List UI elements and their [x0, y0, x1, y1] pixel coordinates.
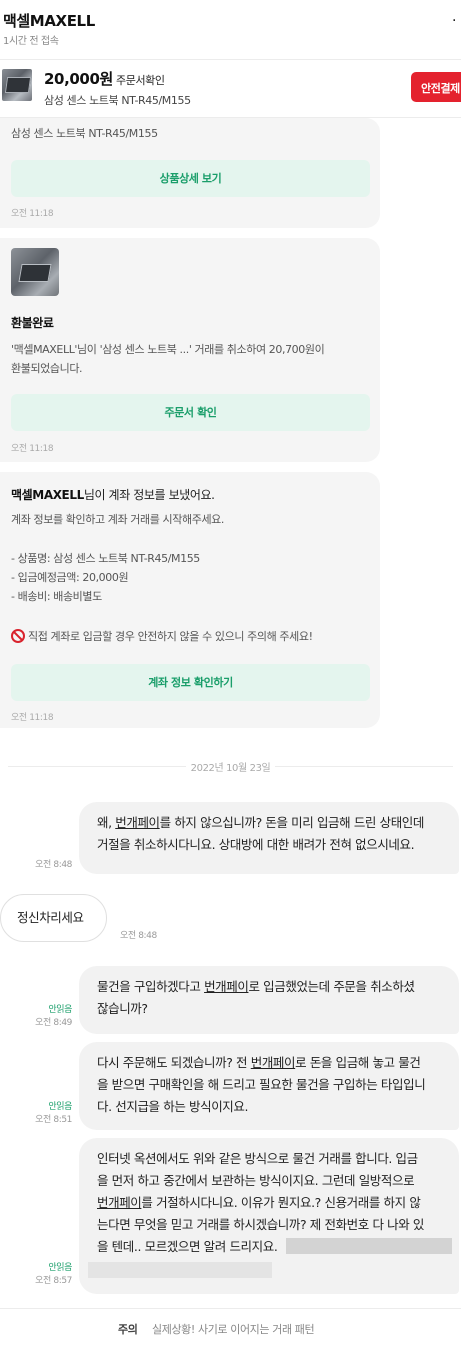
account-info-button[interactable]: 계좌 정보 확인하기	[11, 664, 370, 701]
refund-text-line2: 환불되었습니다.	[11, 362, 83, 375]
message-time: 오전 11:18	[11, 209, 54, 219]
seller-name[interactable]: 맥셀MAXELL	[3, 10, 95, 31]
detail-shipping: - 배송비: 배송비별도	[11, 590, 102, 603]
account-card-details: - 상품명: 삼성 센스 노트북 NT-R45/M155 - 입금예정금액: 2…	[11, 549, 200, 606]
message-time: 오전 8:48	[120, 931, 157, 941]
account-card-title: 맥셀MAXELL님이 계좌 정보를 보냈어요.	[11, 486, 215, 503]
date-separator: 2022년 10월 23일	[0, 759, 461, 774]
message-time: 오전 8:48	[28, 859, 72, 872]
account-warning-text: 직접 계좌로 입금할 경우 안전하지 않을 수 있으니 주의해 주세요!	[28, 630, 313, 643]
bungaepay-link[interactable]: 번개페이	[97, 1195, 142, 1210]
chat-header: 맥셀MAXELL 1시간 전 접속 .	[0, 0, 461, 60]
account-card-text: 계좌 정보를 확인하고 계좌 거래를 시작해주세요.	[11, 513, 224, 526]
product-price: 20,000원	[44, 70, 113, 88]
detail-item: - 상품명: 삼성 센스 노트북 NT-R45/M155	[11, 552, 200, 565]
redacted-text	[88, 1262, 272, 1278]
msg-text: 로 입금했었는데 주문을 취소하셨	[248, 979, 415, 994]
product-detail-button[interactable]: 상품상세 보기	[11, 160, 370, 197]
account-card-title-name: 맥셀MAXELL	[11, 488, 84, 502]
account-info-card: 맥셀MAXELL님이 계좌 정보를 보냈어요. 계좌 정보를 확인하고 계좌 거…	[0, 472, 380, 728]
msg-text: 왜,	[97, 815, 116, 830]
bungaepay-link[interactable]: 번개페이	[204, 979, 249, 994]
last-seen-status: 1시간 전 접속	[3, 36, 59, 47]
product-card-text: 삼성 센스 노트북 NT-R45/M155	[11, 127, 158, 140]
bungaepay-link[interactable]: 번개페이	[115, 815, 160, 830]
order-check-button[interactable]: 주문서 확인	[11, 394, 370, 431]
prohibited-icon	[11, 629, 25, 643]
unread-label: 안읽음	[48, 1005, 72, 1015]
msg-text: 로 돈을 입금해 놓고 물건	[295, 1055, 421, 1070]
refund-card: 환불완료 '맥셀MAXELL'님이 '삼성 센스 노트북 ...' 거래를 취소…	[0, 238, 380, 462]
time-label: 오전 8:49	[35, 1018, 72, 1028]
msg-text: 물건을 구입하겠다고	[97, 979, 205, 994]
message-meta: 안읽음 오전 8:49	[28, 1004, 72, 1030]
fraud-warning-bar[interactable]: 주의 실제상황! 사기로 이어지는 거래 패턴	[0, 1308, 461, 1345]
message-meta: 안읽음 오전 8:51	[28, 1101, 72, 1127]
refund-text: '맥셀MAXELL'님이 '삼성 센스 노트북 ...' 거래를 취소하여 20…	[11, 340, 325, 378]
time-label: 오전 8:51	[35, 1115, 72, 1125]
laptop-icon	[18, 264, 52, 282]
msg-text: 잖습니까?	[97, 1001, 148, 1016]
account-card-title-rest: 님이 계좌 정보를 보냈어요.	[83, 488, 215, 502]
product-thumbnail[interactable]	[2, 69, 32, 101]
incoming-message[interactable]: 정신차리세요	[0, 894, 107, 942]
msg-text: 을 받으면 구매확인을 해 드리고 필요한 물건을 구입하는 타입입니	[97, 1077, 426, 1092]
refund-title: 환불완료	[11, 316, 54, 330]
bungaepay-link[interactable]: 번개페이	[251, 1055, 296, 1070]
refund-text-line1: '맥셀MAXELL'님이 '삼성 센스 노트북 ...' 거래를 취소하여 20…	[11, 343, 325, 356]
message-meta: 안읽음 오전 8:57	[28, 1262, 72, 1288]
message-time: 오전 11:18	[11, 713, 54, 723]
product-card: 삼성 센스 노트북 NT-R45/M155 상품상세 보기 오전 11:18	[0, 118, 380, 228]
msg-text: 을 텐데.. 모르겠으면 알려 드리지요.	[97, 1239, 278, 1254]
warning-label: 주의	[118, 1323, 138, 1336]
msg-text: 을 먼저 하고 중간에서 보관하는 방식이지요. 그런데 일방적으로	[97, 1173, 415, 1188]
order-confirm-link[interactable]: 주문서확인	[116, 72, 165, 88]
account-warning: 직접 계좌로 입금할 경우 안전하지 않을 수 있으니 주의해 주세요!	[11, 627, 313, 646]
msg-text: 를 거절하시다니요. 이유가 뭔지요.? 신용거래를 하지 않	[141, 1195, 421, 1210]
unread-label: 안읽음	[48, 1102, 72, 1112]
time-label: 오전 8:48	[35, 860, 72, 870]
outgoing-message[interactable]: 물건을 구입하겠다고 번개페이로 입금했었는데 주문을 취소하셨 잖습니까?	[79, 966, 459, 1034]
detail-amount: - 입금예정금액: 20,000원	[11, 571, 129, 584]
time-label: 오전 8:57	[35, 1276, 72, 1286]
outgoing-message[interactable]: 다시 주문해도 되겠습니까? 전 번개페이로 돈을 입금해 놓고 물건 을 받으…	[79, 1042, 459, 1130]
more-options-icon[interactable]: .	[452, 10, 456, 24]
msg-text: 는다면 무엇을 믿고 거래를 하시겠습니까? 제 전화번호 다 나와 있	[97, 1217, 424, 1232]
msg-text: 를 하지 않으십니까? 돈을 미리 입금해 드린 상태인데	[159, 815, 425, 830]
safe-payment-button[interactable]: 안전결제	[411, 72, 461, 102]
product-title: 삼성 센스 노트북 NT-R45/M155	[44, 94, 191, 107]
redacted-phone-number	[286, 1238, 452, 1254]
msg-text: 다. 선지급을 하는 방식이지요.	[97, 1099, 249, 1114]
unread-label: 안읽음	[48, 1263, 72, 1273]
msg-text: 인터넷 옥션에서도 위와 같은 방식으로 물건 거래를 합니다. 입금	[97, 1151, 418, 1166]
warning-message: 실제상황! 사기로 이어지는 거래 패턴	[152, 1323, 315, 1336]
outgoing-message[interactable]: 왜, 번개페이를 하지 않으십니까? 돈을 미리 입금해 드린 상태인데 거절을…	[79, 802, 459, 874]
msg-text: 거절을 취소하시다니요. 상대방에 대한 배려가 전혀 없으시네요.	[97, 837, 415, 852]
msg-text: 다시 주문해도 되겠습니까? 전	[97, 1055, 251, 1070]
product-bar: 20,000원 주문서확인 삼성 센스 노트북 NT-R45/M155	[0, 60, 461, 118]
refund-product-image[interactable]	[11, 248, 59, 296]
message-time: 오전 11:18	[11, 444, 54, 454]
